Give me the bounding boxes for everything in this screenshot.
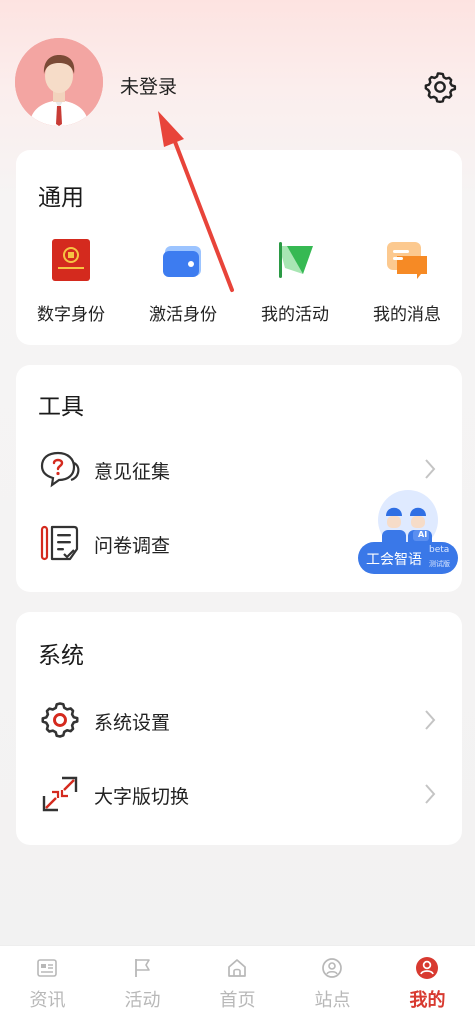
grid-item-label: 激活身份 <box>149 305 217 325</box>
location-icon <box>322 958 342 978</box>
chevron-right-icon <box>425 784 436 804</box>
flag-icon <box>273 238 317 282</box>
list-item-label: 大字版切换 <box>94 786 190 808</box>
survey-icon <box>38 521 82 565</box>
digital-id-icon <box>49 238 93 282</box>
ai-robot-icon <box>378 490 438 548</box>
wallet-icon <box>161 238 205 282</box>
tools-title: 工具 <box>38 394 84 420</box>
settings-button[interactable] <box>421 68 459 106</box>
nav-item-activity[interactable]: 活动 <box>95 946 190 1009</box>
grid-item-my-messages[interactable]: 我的消息 <box>352 238 462 328</box>
nav-item-news[interactable]: 资讯 <box>0 946 95 1009</box>
nav-item-mine[interactable]: 我的 <box>380 946 475 1009</box>
user-icon <box>416 957 438 979</box>
ai-beta-badge: beta <box>429 545 450 555</box>
gear-icon <box>424 72 457 104</box>
grid-item-label: 数字身份 <box>37 305 105 325</box>
list-item-label: 系统设置 <box>94 712 171 734</box>
nav-label: 资讯 <box>29 990 66 1009</box>
home-icon <box>228 959 246 977</box>
grid-item-label: 我的活动 <box>261 305 329 325</box>
avatar-person-icon <box>15 38 103 126</box>
system-title: 系统 <box>38 643 84 669</box>
message-icon <box>385 238 429 282</box>
profile-header: 未登录 <box>0 0 475 140</box>
flag-icon <box>135 959 150 977</box>
grid-item-digital-id[interactable]: 数字身份 <box>16 238 126 328</box>
general-title: 通用 <box>38 185 84 211</box>
general-card: 通用 数字身份 激活身份 我的活动 我的消息 <box>16 150 462 345</box>
list-item-label: 问卷调查 <box>94 535 171 557</box>
grid-item-label: 我的消息 <box>373 305 441 325</box>
feedback-icon <box>38 447 82 491</box>
chevron-right-icon <box>425 459 436 479</box>
list-item-label: 意见征集 <box>94 461 171 483</box>
avatar[interactable] <box>15 38 103 126</box>
news-icon <box>37 959 57 977</box>
nav-item-home[interactable]: 首页 <box>190 946 285 1009</box>
chevron-right-icon <box>425 710 436 730</box>
nav-label: 首页 <box>219 990 256 1009</box>
ai-tag: AI <box>418 530 428 539</box>
ai-assistant-button[interactable]: AI 工会智语 beta 测试版 <box>358 488 458 576</box>
nav-label: 我的 <box>409 990 446 1009</box>
grid-item-my-activity[interactable]: 我的活动 <box>240 238 350 328</box>
gear-icon <box>38 698 82 742</box>
bottom-nav: 资讯 活动 首页 站点 我的 <box>0 945 475 1009</box>
login-status-text[interactable]: 未登录 <box>120 72 177 99</box>
expand-icon <box>38 772 82 816</box>
nav-label: 活动 <box>124 990 161 1009</box>
system-card: 系统 系统设置 大字版切换 <box>16 612 462 845</box>
ai-assistant-pill[interactable]: 工会智语 beta 测试版 <box>358 542 458 574</box>
list-item-system-settings[interactable]: 系统设置 <box>16 690 462 750</box>
nav-item-station[interactable]: 站点 <box>285 946 380 1009</box>
grid-item-activate-id[interactable]: 激活身份 <box>128 238 238 328</box>
nav-label: 站点 <box>314 990 351 1009</box>
ai-beta-subtext: 测试版 <box>429 560 450 568</box>
list-item-large-font-toggle[interactable]: 大字版切换 <box>16 764 462 824</box>
ai-assistant-label: 工会智语 <box>366 552 422 568</box>
